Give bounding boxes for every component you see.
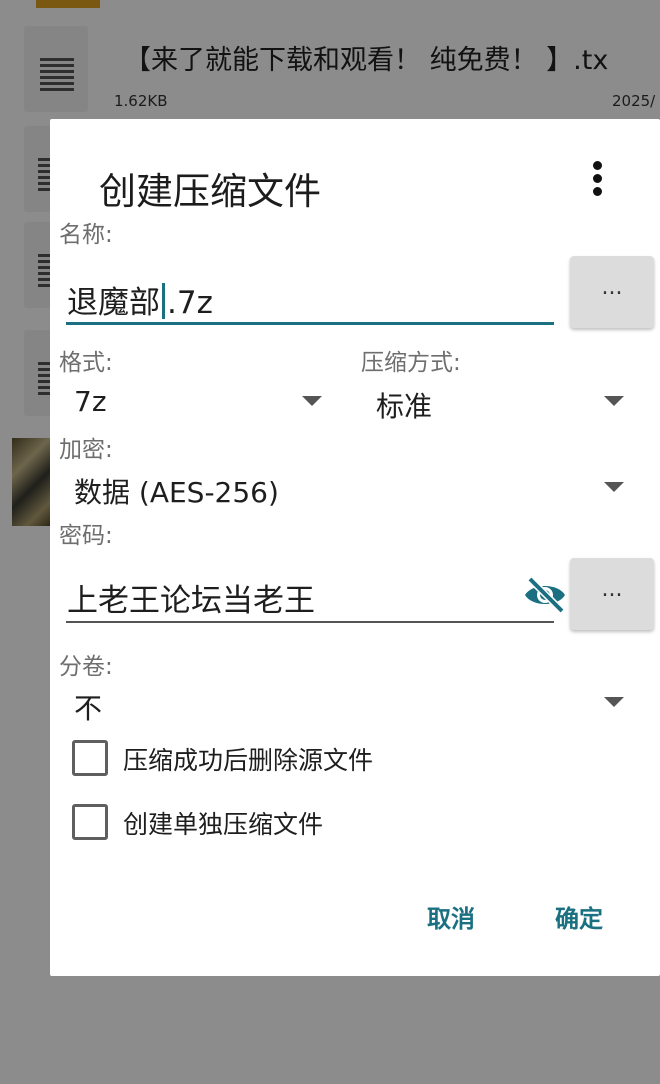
encryption-value: 数据 (AES-256) — [74, 476, 279, 509]
password-label: 密码: — [59, 523, 113, 549]
format-label: 格式: — [59, 350, 113, 376]
dropdown-arrow-icon — [604, 482, 624, 492]
format-value: 7z — [74, 385, 107, 418]
create-archive-dialog: 创建压缩文件 名称: 退魔部 .7z ... 格式: 7z 压缩方式: 标准 加密… — [50, 119, 660, 976]
name-text-after-cursor: .7z — [167, 285, 213, 321]
separate-archives-checkbox[interactable] — [72, 804, 108, 840]
encryption-label: 加密: — [59, 437, 113, 463]
compression-value: 标准 — [376, 390, 433, 423]
cancel-button[interactable]: 取消 — [427, 899, 475, 934]
dialog-title: 创建压缩文件 — [99, 170, 321, 213]
compression-label: 压缩方式: — [361, 350, 461, 376]
dropdown-arrow-icon — [604, 697, 624, 707]
dropdown-arrow-icon — [302, 396, 322, 406]
delete-source-label: 压缩成功后删除源文件 — [123, 746, 374, 775]
name-label: 名称: — [59, 222, 113, 248]
password-input[interactable]: 上老王论坛当老王 — [66, 567, 565, 623]
split-label: 分卷: — [59, 654, 113, 680]
separate-archives-label: 创建单独压缩文件 — [123, 810, 324, 839]
delete-source-checkbox[interactable] — [72, 740, 108, 776]
dropdown-arrow-icon — [604, 396, 624, 406]
split-value: 不 — [74, 692, 103, 725]
visibility-off-icon[interactable] — [522, 575, 568, 615]
name-text-before-cursor: 退魔部 — [67, 285, 160, 321]
more-vert-icon[interactable] — [588, 161, 608, 197]
password-text: 上老王论坛当老王 — [67, 583, 315, 619]
ok-button[interactable]: 确定 — [555, 899, 603, 934]
archive-name-input[interactable]: 退魔部 .7z — [66, 269, 554, 325]
browse-path-button[interactable]: ... — [570, 256, 654, 328]
text-cursor — [162, 283, 165, 319]
password-options-button[interactable]: ... — [570, 558, 654, 630]
